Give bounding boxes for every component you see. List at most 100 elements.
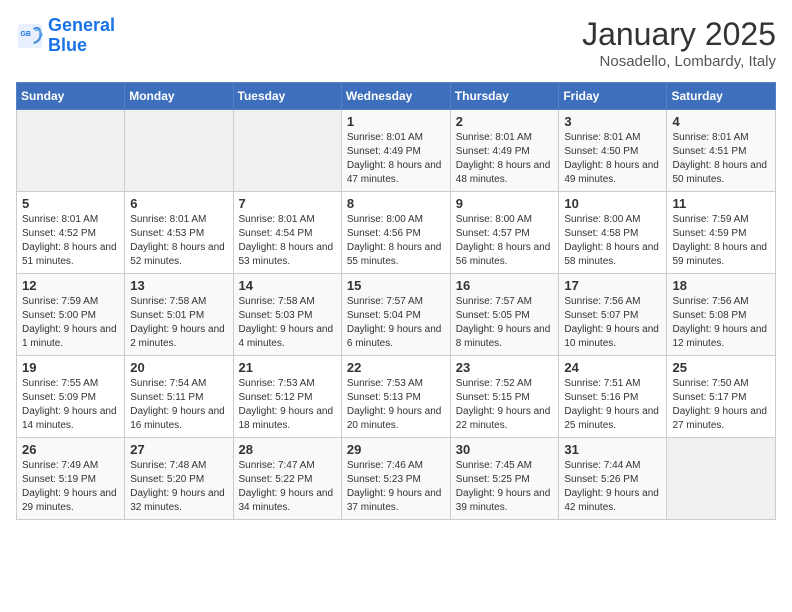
day-number: 24 bbox=[564, 360, 661, 375]
weekday-header-row: SundayMondayTuesdayWednesdayThursdayFrid… bbox=[17, 83, 776, 110]
day-number: 25 bbox=[672, 360, 770, 375]
calendar-cell: 23 Sunrise: 7:52 AM Sunset: 5:15 PM Dayli… bbox=[450, 356, 559, 438]
calendar-cell: 22 Sunrise: 7:53 AM Sunset: 5:13 PM Dayli… bbox=[341, 356, 450, 438]
day-info: Sunrise: 7:54 AM Sunset: 5:11 PM Dayligh… bbox=[130, 377, 227, 433]
title-area: January 2025 Nosadello, Lombardy, Italy bbox=[582, 16, 776, 70]
day-number: 7 bbox=[239, 196, 336, 211]
calendar-table: SundayMondayTuesdayWednesdayThursdayFrid… bbox=[16, 82, 776, 520]
day-info: Sunrise: 7:59 AM Sunset: 4:59 PM Dayligh… bbox=[672, 213, 770, 269]
calendar-cell: 12 Sunrise: 7:59 AM Sunset: 5:00 PM Dayli… bbox=[17, 274, 125, 356]
calendar-cell: 24 Sunrise: 7:51 AM Sunset: 5:16 PM Dayli… bbox=[559, 356, 667, 438]
day-number: 23 bbox=[456, 360, 554, 375]
calendar-cell: 6 Sunrise: 8:01 AM Sunset: 4:53 PM Daylig… bbox=[125, 192, 233, 274]
day-info: Sunrise: 8:01 AM Sunset: 4:49 PM Dayligh… bbox=[456, 131, 554, 187]
calendar-cell: 1Sunrise: 8:01 AM Sunset: 4:49 PM Daylig… bbox=[341, 110, 450, 192]
day-info: Sunrise: 7:57 AM Sunset: 5:05 PM Dayligh… bbox=[456, 295, 554, 351]
day-info: Sunrise: 7:56 AM Sunset: 5:07 PM Dayligh… bbox=[564, 295, 661, 351]
day-info: Sunrise: 8:01 AM Sunset: 4:49 PM Dayligh… bbox=[347, 131, 445, 187]
calendar-cell: 2 Sunrise: 8:01 AM Sunset: 4:49 PM Daylig… bbox=[450, 110, 559, 192]
weekday-header-sunday: Sunday bbox=[17, 83, 125, 110]
calendar-cell: 5 Sunrise: 8:01 AM Sunset: 4:52 PM Daylig… bbox=[17, 192, 125, 274]
day-info: Sunrise: 7:57 AM Sunset: 5:04 PM Dayligh… bbox=[347, 295, 445, 351]
calendar-week-row: 1Sunrise: 8:01 AM Sunset: 4:49 PM Daylig… bbox=[17, 110, 776, 192]
day-info: Sunrise: 7:58 AM Sunset: 5:01 PM Dayligh… bbox=[130, 295, 227, 351]
calendar-cell: 15 Sunrise: 7:57 AM Sunset: 5:04 PM Dayli… bbox=[341, 274, 450, 356]
day-info: Sunrise: 8:00 AM Sunset: 4:58 PM Dayligh… bbox=[564, 213, 661, 269]
day-number: 22 bbox=[347, 360, 445, 375]
day-number: 27 bbox=[130, 442, 227, 457]
calendar-cell: 26Sunrise: 7:49 AM Sunset: 5:19 PM Dayli… bbox=[17, 438, 125, 520]
day-number: 2 bbox=[456, 114, 554, 129]
calendar-cell: 14 Sunrise: 7:58 AM Sunset: 5:03 PM Dayli… bbox=[233, 274, 341, 356]
day-number: 17 bbox=[564, 278, 661, 293]
day-info: Sunrise: 7:56 AM Sunset: 5:08 PM Dayligh… bbox=[672, 295, 770, 351]
calendar-week-row: 5 Sunrise: 8:01 AM Sunset: 4:52 PM Daylig… bbox=[17, 192, 776, 274]
weekday-header-tuesday: Tuesday bbox=[233, 83, 341, 110]
logo-blue: Blue bbox=[48, 35, 87, 55]
calendar-cell bbox=[233, 110, 341, 192]
calendar-cell: 8 Sunrise: 8:00 AM Sunset: 4:56 PM Daylig… bbox=[341, 192, 450, 274]
day-number: 11 bbox=[672, 196, 770, 211]
day-info: Sunrise: 7:59 AM Sunset: 5:00 PM Dayligh… bbox=[22, 295, 119, 351]
calendar-cell: 29 Sunrise: 7:46 AM Sunset: 5:23 PM Dayli… bbox=[341, 438, 450, 520]
day-number: 13 bbox=[130, 278, 227, 293]
calendar-subtitle: Nosadello, Lombardy, Italy bbox=[582, 53, 776, 70]
day-info: Sunrise: 7:53 AM Sunset: 5:12 PM Dayligh… bbox=[239, 377, 336, 433]
day-info: Sunrise: 7:53 AM Sunset: 5:13 PM Dayligh… bbox=[347, 377, 445, 433]
day-number: 6 bbox=[130, 196, 227, 211]
day-info: Sunrise: 8:01 AM Sunset: 4:52 PM Dayligh… bbox=[22, 213, 119, 269]
day-info: Sunrise: 8:00 AM Sunset: 4:57 PM Dayligh… bbox=[456, 213, 554, 269]
calendar-cell: 3 Sunrise: 8:01 AM Sunset: 4:50 PM Daylig… bbox=[559, 110, 667, 192]
weekday-header-monday: Monday bbox=[125, 83, 233, 110]
calendar-cell bbox=[125, 110, 233, 192]
day-number: 28 bbox=[239, 442, 336, 457]
day-number: 14 bbox=[239, 278, 336, 293]
day-number: 19 bbox=[22, 360, 119, 375]
day-number: 16 bbox=[456, 278, 554, 293]
calendar-cell: 9 Sunrise: 8:00 AM Sunset: 4:57 PM Daylig… bbox=[450, 192, 559, 274]
calendar-cell: 30 Sunrise: 7:45 AM Sunset: 5:25 PM Dayli… bbox=[450, 438, 559, 520]
calendar-cell: 21 Sunrise: 7:53 AM Sunset: 5:12 PM Dayli… bbox=[233, 356, 341, 438]
day-number: 30 bbox=[456, 442, 554, 457]
weekday-header-friday: Friday bbox=[559, 83, 667, 110]
calendar-cell: 19Sunrise: 7:55 AM Sunset: 5:09 PM Dayli… bbox=[17, 356, 125, 438]
day-number: 3 bbox=[564, 114, 661, 129]
day-info: Sunrise: 7:51 AM Sunset: 5:16 PM Dayligh… bbox=[564, 377, 661, 433]
day-number: 18 bbox=[672, 278, 770, 293]
weekday-header-wednesday: Wednesday bbox=[341, 83, 450, 110]
day-info: Sunrise: 7:46 AM Sunset: 5:23 PM Dayligh… bbox=[347, 459, 445, 515]
logo-general: General bbox=[48, 15, 115, 35]
day-number: 29 bbox=[347, 442, 445, 457]
day-number: 10 bbox=[564, 196, 661, 211]
day-info: Sunrise: 8:00 AM Sunset: 4:56 PM Dayligh… bbox=[347, 213, 445, 269]
calendar-cell: 17 Sunrise: 7:56 AM Sunset: 5:07 PM Dayli… bbox=[559, 274, 667, 356]
day-info: Sunrise: 7:47 AM Sunset: 5:22 PM Dayligh… bbox=[239, 459, 336, 515]
calendar-week-row: 12 Sunrise: 7:59 AM Sunset: 5:00 PM Dayli… bbox=[17, 274, 776, 356]
day-info: Sunrise: 8:01 AM Sunset: 4:53 PM Dayligh… bbox=[130, 213, 227, 269]
calendar-cell: 28 Sunrise: 7:47 AM Sunset: 5:22 PM Dayli… bbox=[233, 438, 341, 520]
calendar-cell: 27 Sunrise: 7:48 AM Sunset: 5:20 PM Dayli… bbox=[125, 438, 233, 520]
day-info: Sunrise: 7:45 AM Sunset: 5:25 PM Dayligh… bbox=[456, 459, 554, 515]
calendar-cell: 25Sunrise: 7:50 AM Sunset: 5:17 PM Dayli… bbox=[667, 356, 776, 438]
calendar-cell bbox=[667, 438, 776, 520]
day-info: Sunrise: 7:44 AM Sunset: 5:26 PM Dayligh… bbox=[564, 459, 661, 515]
day-number: 9 bbox=[456, 196, 554, 211]
day-number: 5 bbox=[22, 196, 119, 211]
calendar-cell: 4Sunrise: 8:01 AM Sunset: 4:51 PM Daylig… bbox=[667, 110, 776, 192]
day-info: Sunrise: 8:01 AM Sunset: 4:50 PM Dayligh… bbox=[564, 131, 661, 187]
svg-text:GB: GB bbox=[20, 31, 31, 38]
calendar-cell: 7 Sunrise: 8:01 AM Sunset: 4:54 PM Daylig… bbox=[233, 192, 341, 274]
calendar-cell: 20 Sunrise: 7:54 AM Sunset: 5:11 PM Dayli… bbox=[125, 356, 233, 438]
day-info: Sunrise: 7:58 AM Sunset: 5:03 PM Dayligh… bbox=[239, 295, 336, 351]
day-number: 20 bbox=[130, 360, 227, 375]
calendar-cell bbox=[17, 110, 125, 192]
day-number: 21 bbox=[239, 360, 336, 375]
day-info: Sunrise: 8:01 AM Sunset: 4:54 PM Dayligh… bbox=[239, 213, 336, 269]
calendar-cell: 18 Sunrise: 7:56 AM Sunset: 5:08 PM Dayli… bbox=[667, 274, 776, 356]
day-number: 12 bbox=[22, 278, 119, 293]
day-number: 8 bbox=[347, 196, 445, 211]
day-info: Sunrise: 7:48 AM Sunset: 5:20 PM Dayligh… bbox=[130, 459, 227, 515]
logo: GB General Blue bbox=[16, 16, 115, 56]
day-number: 15 bbox=[347, 278, 445, 293]
day-info: Sunrise: 7:52 AM Sunset: 5:15 PM Dayligh… bbox=[456, 377, 554, 433]
